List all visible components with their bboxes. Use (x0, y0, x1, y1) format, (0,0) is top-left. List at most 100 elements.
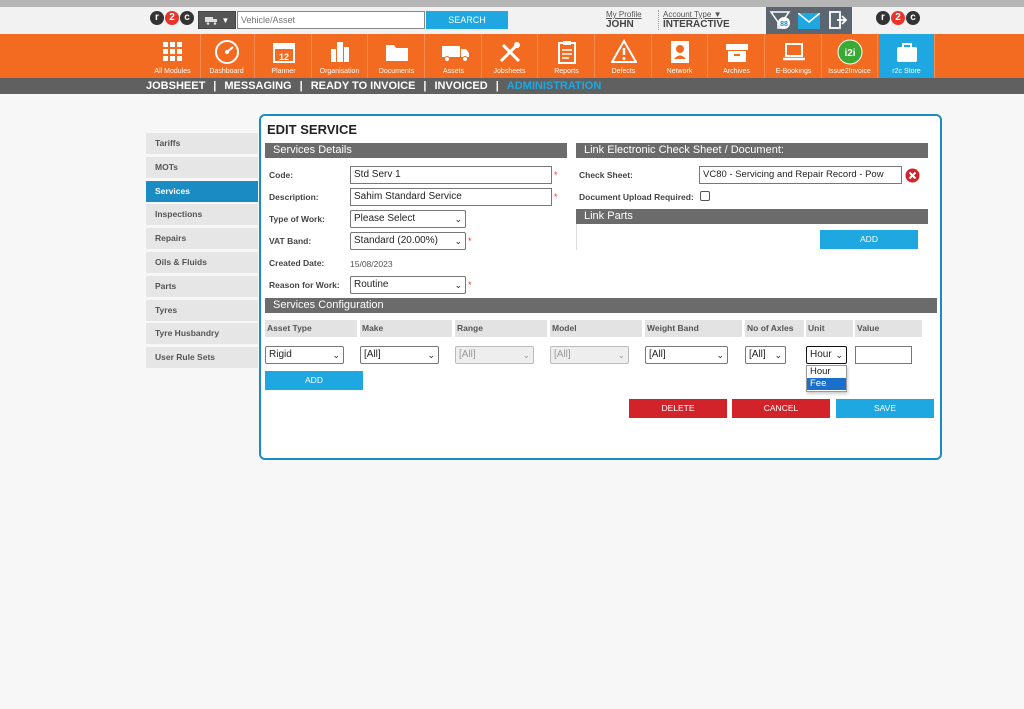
sidebar-item-tariffs[interactable]: Tariffs (146, 133, 258, 154)
sidebar-item-repairs[interactable]: Repairs (146, 228, 258, 250)
module-label: Reports (554, 68, 579, 75)
required-mark: * (554, 170, 558, 180)
required-mark: * (468, 236, 472, 246)
calendar-day: 12 (278, 52, 288, 62)
add-configuration-button[interactable]: ADD (265, 371, 363, 390)
module-jobsheets[interactable]: Jobsheets (482, 34, 538, 78)
subnav-jobsheet[interactable]: JOBSHEET (146, 80, 205, 92)
weight-band-select[interactable]: [All] ⌄ (645, 346, 728, 364)
chevron-down-icon: ⌄ (834, 347, 843, 363)
unit-select[interactable]: Hour ⌄ (806, 346, 847, 364)
type-of-work-select[interactable]: Please Select ⌄ (350, 210, 466, 228)
module-label: Issue2Invoice (828, 68, 871, 75)
account-type-link[interactable]: Account Type ▼ (663, 10, 730, 19)
select-value: [All] (749, 349, 766, 360)
asset-type-select[interactable]: Rigid ⌄ (265, 346, 344, 364)
model-select: [All] ⌄ (550, 346, 629, 364)
remove-check-sheet-icon[interactable] (905, 168, 920, 185)
archive-box-icon (724, 39, 750, 65)
sidebar-item-services[interactable]: Services (146, 180, 258, 202)
subnav-invoiced[interactable]: INVOICED (435, 80, 488, 92)
sidebar-item-oils-fluids[interactable]: Oils & Fluids (146, 251, 258, 273)
axles-select[interactable]: [All] ⌄ (745, 346, 786, 364)
link-parts-heading: Link Parts (576, 209, 928, 224)
sidebar-item-parts[interactable]: Parts (146, 275, 258, 297)
module-network[interactable]: Network (652, 34, 708, 78)
vehicle-type-dropdown[interactable]: ▼ (198, 11, 236, 29)
search-input[interactable] (237, 11, 425, 29)
truck-icon (204, 16, 217, 25)
sidebar-item-user-rule-sets[interactable]: User Rule Sets (146, 347, 258, 369)
account-block: Account Type ▼ INTERACTIVE (658, 10, 730, 30)
add-parts-button[interactable]: ADD (820, 230, 918, 249)
profile-block: My Profile JOHN (606, 10, 642, 30)
chevron-down-icon: ⌄ (617, 350, 625, 360)
laptop-icon (781, 39, 807, 65)
sub-nav: JOBSHEET | MESSAGING | READY TO INVOICE | INVO… (0, 78, 1024, 94)
subnav-ready-to-invoice[interactable]: READY TO INVOICE (311, 80, 416, 92)
i2i-icon: i2i (837, 39, 863, 65)
select-value: [All] (649, 349, 666, 360)
module-label: Archives (723, 68, 750, 75)
check-sheet-field[interactable]: VC80 - Servicing and Repair Record - Pow (699, 166, 902, 184)
my-profile-link[interactable]: My Profile (606, 10, 642, 19)
link-check-sheet-heading: Link Electronic Check Sheet / Document: (576, 143, 928, 158)
unit-option-fee[interactable]: Fee (807, 378, 846, 390)
reason-for-work-select[interactable]: Routine ⌄ (350, 276, 466, 294)
unit-option-hour[interactable]: Hour (807, 366, 846, 378)
account-name: INTERACTIVE (663, 19, 730, 30)
chevron-down-icon: ▼ (713, 10, 722, 19)
module-reports[interactable]: Reports (539, 34, 595, 78)
subnav-separator: | (213, 80, 217, 92)
module-label: Organisation (319, 68, 360, 75)
module-dashboard[interactable]: Dashboard (199, 34, 255, 78)
delete-button[interactable]: DELETE (629, 399, 727, 418)
module-label: Jobsheets (493, 68, 526, 75)
module-defects[interactable]: Defects (596, 34, 652, 78)
cancel-button[interactable]: CANCEL (732, 399, 830, 418)
mail-icon[interactable] (797, 12, 821, 31)
module-planner[interactable]: 12 Planner (256, 34, 312, 78)
reason-for-work-label: Reason for Work: (269, 280, 340, 290)
search-button[interactable]: SEARCH (426, 11, 508, 29)
vat-band-select[interactable]: Standard (20.00%) ⌄ (350, 232, 466, 250)
module-organisation[interactable]: Organisation (312, 34, 368, 78)
module-documents[interactable]: Documents (369, 34, 425, 78)
calendar-icon: 12 (271, 39, 297, 65)
module-label: E-Bookings (775, 68, 812, 75)
vat-band-label: VAT Band: (269, 236, 312, 246)
sidebar-item-mots[interactable]: MOTs (146, 156, 258, 178)
save-button[interactable]: SAVE (836, 399, 934, 418)
description-field[interactable]: Sahim Standard Service (350, 188, 552, 206)
sidebar-item-inspections[interactable]: Inspections (146, 204, 258, 226)
column-header-unit: Unit (806, 320, 853, 337)
module-issue2invoice[interactable]: i2i Issue2Invoice (822, 34, 878, 78)
warning-icon (609, 38, 638, 65)
subnav-messaging[interactable]: MESSAGING (224, 80, 291, 92)
sidebar-item-tyres[interactable]: Tyres (146, 299, 258, 321)
select-value: Standard (20.00%) (354, 235, 438, 246)
module-all-modules[interactable]: All Modules (145, 34, 201, 78)
value-field[interactable] (855, 346, 912, 364)
i2i-text: i2i (844, 48, 855, 59)
folder-icon (384, 39, 410, 65)
subnav-separator: | (299, 80, 303, 92)
r2c-logo[interactable]: r2c (150, 11, 194, 25)
sidebar-item-tyre-husbandry[interactable]: Tyre Husbandry (146, 323, 258, 345)
module-r2c-store[interactable]: r2c Store (879, 34, 935, 78)
module-e-bookings[interactable]: E-Bookings (766, 34, 822, 78)
subnav-administration[interactable]: ADMINISTRATION (507, 80, 602, 92)
logout-icon[interactable] (828, 10, 848, 32)
module-archives[interactable]: Archives (709, 34, 765, 78)
subnav-separator: | (495, 80, 499, 92)
select-value: Please Select (354, 213, 416, 224)
select-value: [All] (554, 349, 571, 360)
make-select[interactable]: [All] ⌄ (360, 346, 439, 364)
module-assets[interactable]: Assets (426, 34, 482, 78)
code-field[interactable]: Std Serv 1 (350, 166, 552, 184)
required-mark: * (554, 192, 558, 202)
notification-icon[interactable]: 88 (769, 9, 791, 31)
top-strip (0, 0, 1024, 7)
document-upload-checkbox[interactable] (700, 191, 710, 201)
speedometer-icon (214, 39, 240, 65)
